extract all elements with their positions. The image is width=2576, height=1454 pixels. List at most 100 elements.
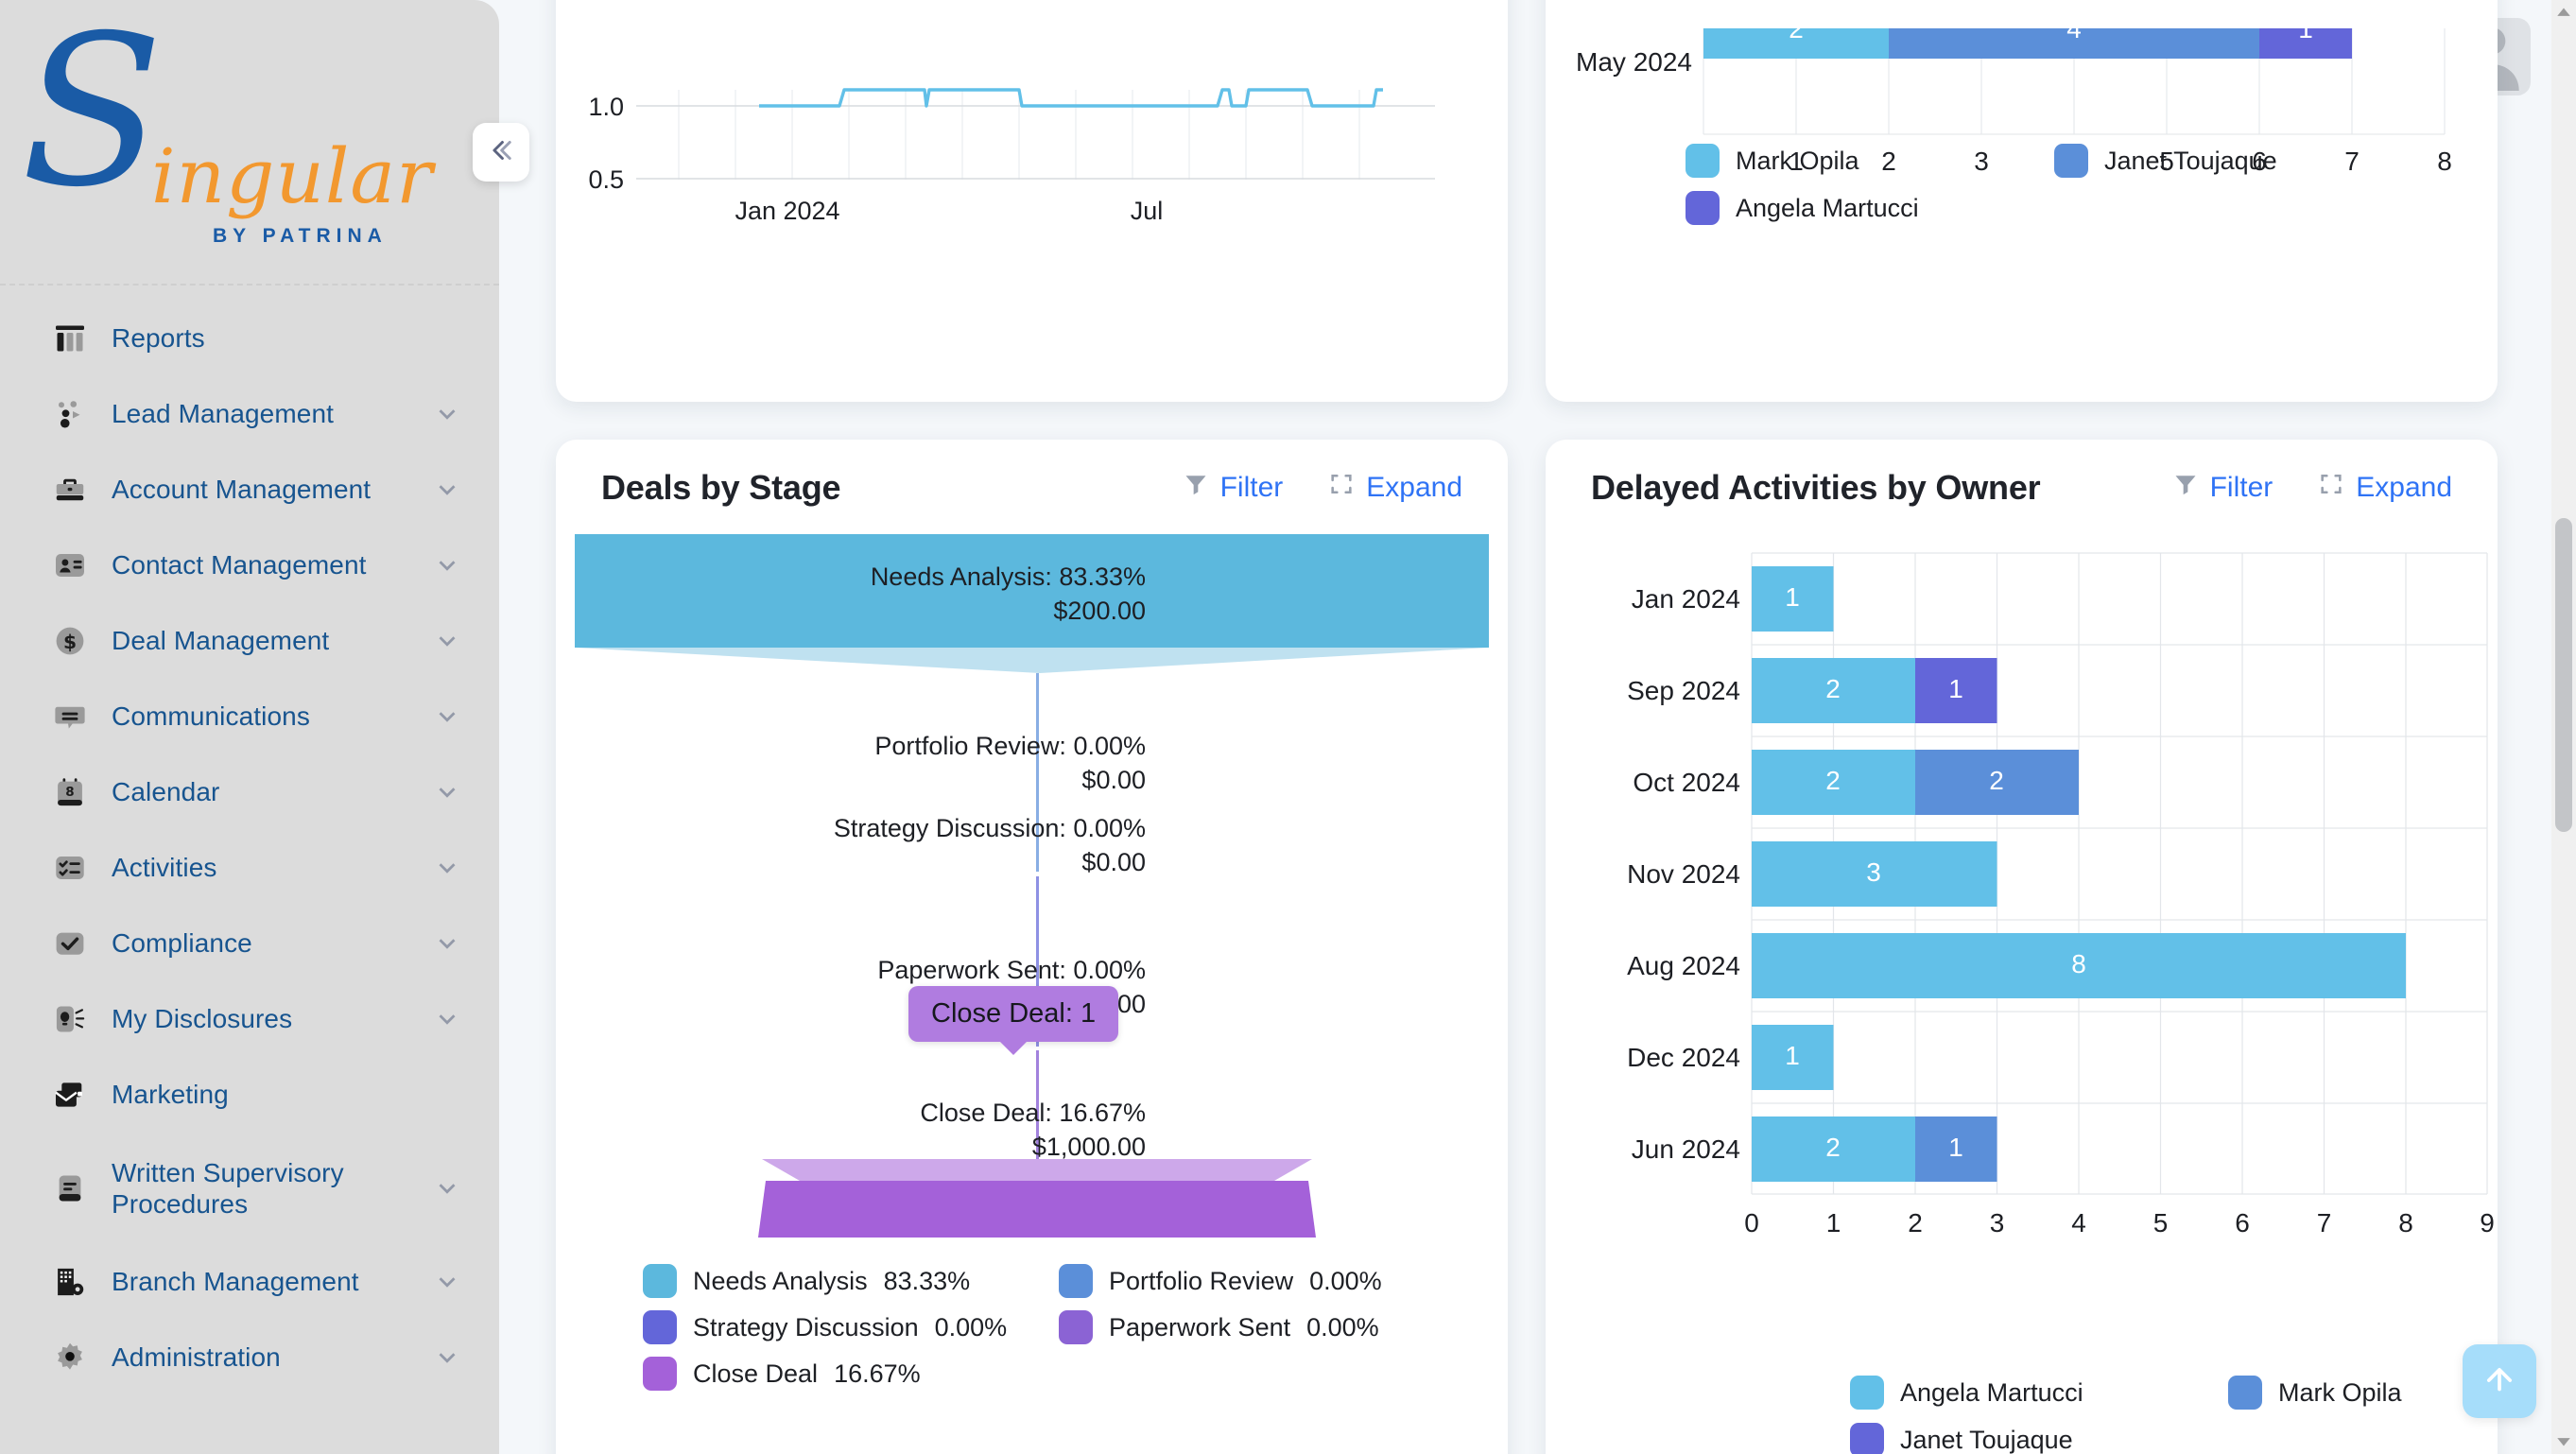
svg-text:1: 1 [1948, 674, 1963, 703]
sidebar-item-label: Branch Management [112, 1267, 359, 1297]
expand-icon [2318, 471, 2344, 505]
document-icon [49, 1168, 91, 1209]
svg-text:7: 7 [2317, 1208, 2332, 1238]
legend-item[interactable]: Janet Toujaque [2054, 144, 2413, 178]
svg-text:$: $ [63, 631, 77, 653]
chevron-double-left-icon [485, 134, 517, 171]
legend-label: Portfolio Review [1109, 1266, 1294, 1295]
scrollbar-thumb[interactable] [2555, 518, 2572, 832]
svg-text:2: 2 [1908, 1208, 1923, 1238]
funnel-stage-amount: $0.00 [1081, 766, 1146, 794]
scrollbar-up-arrow[interactable] [2551, 0, 2576, 25]
card-actions: Filter Expand [1183, 471, 1462, 505]
filter-button[interactable]: Filter [2172, 471, 2273, 505]
sidebar-item-administration[interactable]: Administration [0, 1320, 499, 1395]
legend-value: 16.67% [834, 1359, 921, 1388]
chevron-down-icon[interactable] [433, 929, 461, 958]
legend-item[interactable]: Needs Analysis 83.33% [643, 1264, 1040, 1298]
expand-button[interactable]: Expand [2318, 471, 2452, 505]
svg-text:1: 1 [1948, 1133, 1963, 1162]
legend-item[interactable]: Angela Martucci [1850, 1376, 2219, 1410]
card-header: Deals by Stage Filter Expand [556, 440, 1508, 508]
page-title: Delayed Activities by Owner [1591, 468, 2041, 507]
card-deals-by-stage: Deals by Stage Filter Expand Needs Analy… [556, 440, 1508, 1454]
sidebar-item-calendar[interactable]: 8 Calendar [0, 754, 499, 830]
legend-item[interactable]: Close Deal 16.67% [643, 1357, 1040, 1391]
funnel-chart: Needs Analysis: 83.33% $200.00 Portfolio… [556, 519, 1508, 1238]
delayed-activities-plot: 1 Jan 2024 2 1 Sep 2024 2 2 Oct 2024 3 N… [1546, 542, 2498, 1336]
sidebar-item-lead-management[interactable]: Lead Management [0, 376, 499, 452]
funnel-stage-label: Close Deal: 16.67% [920, 1099, 1146, 1127]
card-line-chart: 1.0 0.5 Jan 2024 Jul [556, 0, 1508, 402]
filter-button[interactable]: Filter [1183, 471, 1284, 505]
chevron-down-icon[interactable] [433, 1268, 461, 1296]
sidebar-item-activities[interactable]: Activities [0, 830, 499, 906]
filter-icon [1183, 471, 1209, 505]
chevron-down-icon[interactable] [433, 854, 461, 882]
svg-text:Jun 2024: Jun 2024 [1632, 1134, 1740, 1164]
sidebar-item-reports[interactable]: Reports [0, 301, 499, 376]
legend-swatch [1059, 1310, 1093, 1344]
chevron-down-icon[interactable] [433, 551, 461, 580]
chevron-down-icon[interactable] [433, 1005, 461, 1033]
svg-text:1: 1 [2298, 28, 2313, 43]
sidebar-item-communications[interactable]: Communications [0, 679, 499, 754]
scroll-to-top-button[interactable] [2463, 1344, 2536, 1418]
sidebar-item-written-supervisory-procedures[interactable]: Written Supervisory Procedures [0, 1133, 499, 1244]
legend-item[interactable]: Janet Toujaque [1850, 1423, 2219, 1454]
funnel-stage-label: Strategy Discussion: 0.00% [833, 814, 1146, 842]
legend-item[interactable]: Paperwork Sent 0.00% [1059, 1310, 1456, 1344]
legend-label: Janet Toujaque [2104, 146, 2277, 175]
svg-text:2: 2 [1825, 1133, 1841, 1162]
legend-value: 0.00% [934, 1312, 1008, 1341]
sidebar-item-account-management[interactable]: Account Management [0, 452, 499, 528]
legend-item[interactable]: Strategy Discussion 0.00% [643, 1310, 1040, 1344]
legend-item[interactable]: Mark Opila [1686, 144, 2045, 178]
chevron-down-icon[interactable] [433, 778, 461, 806]
chevron-down-icon[interactable] [433, 627, 461, 655]
card-header: Delayed Activities by Owner Filter Expan… [1546, 440, 2498, 508]
legend-value: 83.33% [883, 1266, 971, 1295]
brand-s-mark: S [21, 0, 164, 233]
sidebar-item-label: Calendar [112, 777, 220, 807]
sidebar-item-label: Deal Management [112, 626, 330, 656]
page-scrollbar[interactable] [2551, 0, 2576, 1454]
legend-item[interactable]: Portfolio Review 0.00% [1059, 1264, 1456, 1298]
svg-text:4: 4 [2066, 28, 2082, 43]
chevron-down-icon[interactable] [433, 1174, 461, 1203]
sidebar-item-label: Administration [112, 1342, 281, 1373]
sidebar-item-label: Reports [112, 323, 205, 354]
sidebar-item-my-disclosures[interactable]: My Disclosures [0, 981, 499, 1057]
sidebar-item-label: Marketing [112, 1080, 229, 1110]
sidebar-item-marketing[interactable]: Marketing [0, 1057, 499, 1133]
sidebar-item-branch-management[interactable]: Branch Management [0, 1244, 499, 1320]
expand-button[interactable]: Expand [1328, 471, 1462, 505]
legend-label: Angela Martucci [1900, 1377, 2083, 1407]
sidebar-collapse-button[interactable] [473, 123, 529, 182]
gear-icon [49, 1337, 91, 1378]
legend-value: 0.00% [1309, 1266, 1382, 1295]
sidebar: S ingular BY PATRINA Reports Lead Manage… [0, 0, 499, 1454]
svg-text:6: 6 [2235, 1208, 2250, 1238]
legend-item[interactable]: Angela Martucci [1686, 191, 2045, 225]
sidebar-item-label: Activities [112, 853, 217, 883]
legend-label: Angela Martucci [1736, 193, 1919, 222]
sidebar-item-compliance[interactable]: Compliance [0, 906, 499, 981]
svg-text:0: 0 [1744, 1208, 1759, 1238]
sidebar-item-deal-management[interactable]: $ Deal Management [0, 603, 499, 679]
chevron-down-icon[interactable] [433, 476, 461, 504]
legend-label: Paperwork Sent [1109, 1312, 1291, 1341]
filter-label: Filter [1219, 472, 1284, 503]
scrollbar-down-arrow[interactable] [2551, 1429, 2576, 1454]
filter-icon [2172, 471, 2199, 505]
legend-label: Janet Toujaque [1900, 1425, 2073, 1454]
sidebar-item-contact-management[interactable]: Contact Management [0, 528, 499, 603]
chevron-down-icon[interactable] [433, 1343, 461, 1372]
card-top-right-chart: 2 4 1 May 2024 012 345 678 Mark Opila Ja… [1546, 0, 2498, 402]
chevron-down-icon[interactable] [433, 400, 461, 428]
expand-label: Expand [2356, 472, 2452, 503]
funnel-stage-label: Portfolio Review: 0.00% [874, 732, 1146, 760]
chevron-down-icon[interactable] [433, 702, 461, 731]
top-right-legend: Mark Opila Janet Toujaque Angela Martucc… [1686, 144, 2413, 225]
svg-text:0.5: 0.5 [588, 165, 624, 194]
